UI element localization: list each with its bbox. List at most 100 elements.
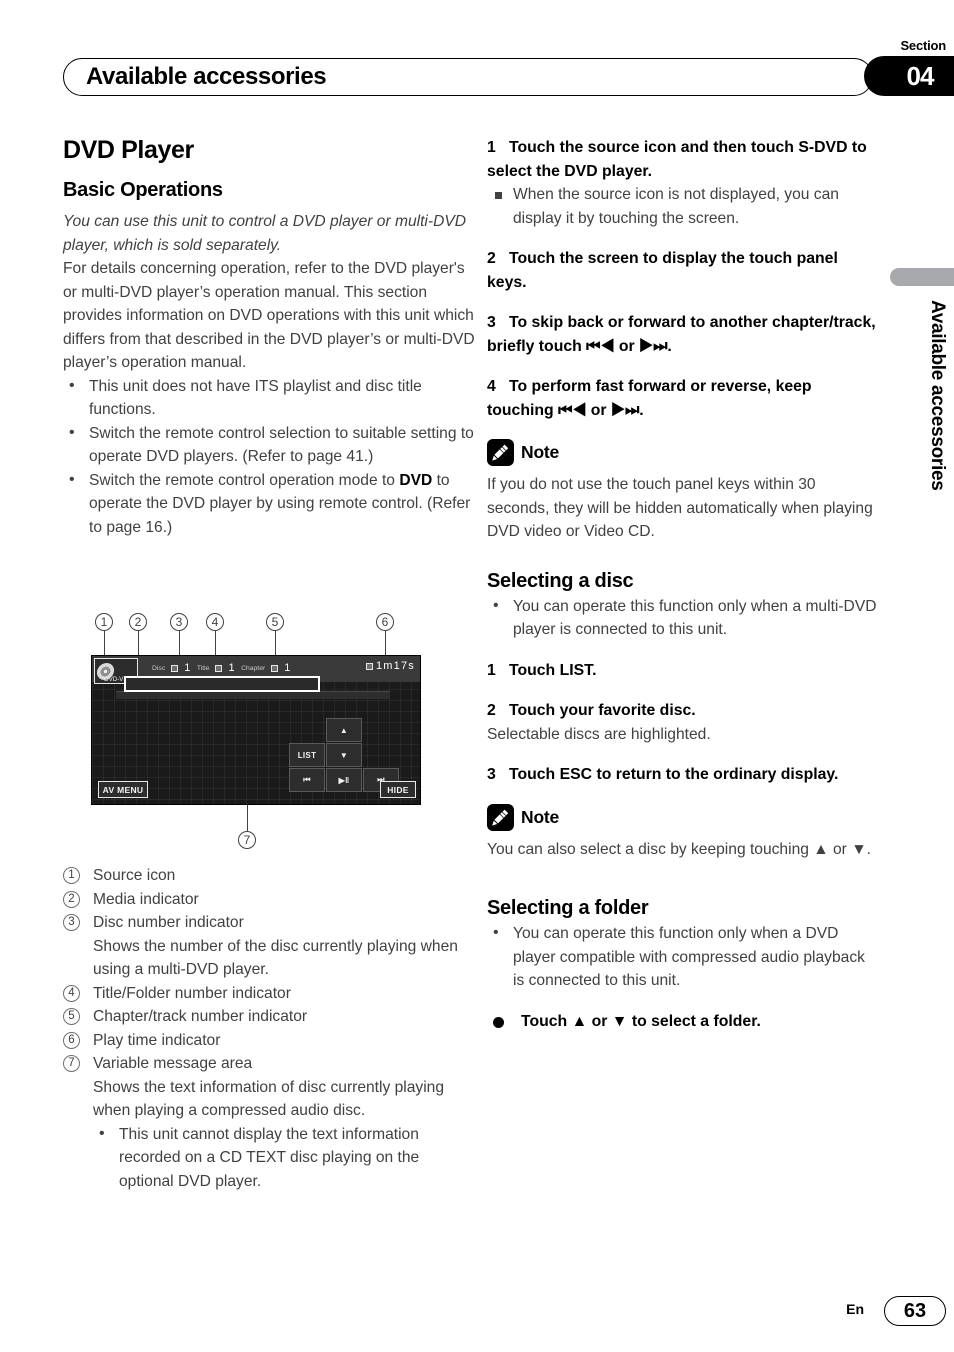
- up-arrow-key[interactable]: ▲: [326, 718, 362, 742]
- selecting-disc-bullets: You can operate this function only when …: [487, 594, 877, 642]
- step-number: 2: [487, 702, 496, 719]
- title-number-indicator: 1: [228, 662, 236, 674]
- legend-detail: Shows the number of the disc currently p…: [93, 937, 458, 979]
- legend-list: 1 Source icon 2 Media indicator 3 Disc n…: [63, 864, 477, 1193]
- heading-selecting-a-disc: Selecting a disc: [487, 569, 634, 592]
- chapter-marker-icon: [271, 664, 279, 672]
- legend-label: Media indicator: [93, 890, 199, 908]
- section-number-badge: 04: [886, 56, 954, 96]
- chapter-number-indicator: 1: [284, 662, 291, 674]
- selecting-folder-action: Touch ▲ or ▼ to select a folder.: [487, 1010, 877, 1034]
- disc-step-1: 1 Touch LIST.: [487, 659, 877, 683]
- message-area-backdrop: [116, 691, 390, 699]
- note-label: Note: [521, 442, 560, 462]
- legend-label: Play time indicator: [93, 1031, 221, 1049]
- step-number: 2: [487, 250, 496, 267]
- legend-number: 1: [63, 867, 80, 884]
- legend-detail: Shows the text information of disc curre…: [93, 1078, 445, 1120]
- language-label: En: [846, 1301, 864, 1317]
- legend-label: Title/Folder number indicator: [93, 984, 291, 1002]
- note-text: You can also select a disc by keeping to…: [487, 840, 871, 858]
- legend-number: 6: [63, 1031, 80, 1049]
- legend-label: Chapter/track number indicator: [93, 1008, 308, 1025]
- intro-italic: You can use this unit to control a DVD p…: [63, 213, 467, 254]
- list-item: This unit cannot display the text inform…: [93, 1122, 477, 1194]
- av-menu-key[interactable]: AV MENU: [98, 781, 148, 798]
- list-item: You can operate this function only when …: [487, 594, 877, 642]
- legend-label: Source icon: [93, 867, 176, 884]
- bullet3-pre: Switch the remote control operation mode…: [89, 471, 400, 489]
- callout-5: 5: [266, 613, 284, 631]
- callout-4: 4: [206, 613, 224, 631]
- disc-step-2-after: Selectable discs are highlighted.: [487, 725, 711, 743]
- bullet3-bold-term: DVD: [399, 471, 433, 489]
- list-item: When the source icon is not displayed, y…: [487, 183, 877, 230]
- step-4: 4 To perform fast forward or reverse, kee…: [487, 375, 877, 422]
- disc-marker-icon: [171, 664, 179, 672]
- list-item: Touch ▲ or ▼ to select a folder.: [487, 1010, 877, 1034]
- media-indicator: DVD-V: [104, 676, 124, 683]
- title-label: Title: [196, 664, 210, 672]
- heading-selecting-a-folder: Selecting a folder: [487, 897, 649, 919]
- legend-item-5: 5 Chapter/track number indicator: [63, 1005, 477, 1029]
- disc-number-indicator: 1: [184, 662, 191, 674]
- disc-label: Disc: [152, 664, 166, 672]
- callout-6: 6: [376, 613, 394, 631]
- callout-7: 7: [238, 831, 256, 849]
- previous-track-key[interactable]: ⏮: [289, 768, 325, 792]
- list-key[interactable]: LIST: [289, 743, 325, 767]
- step-number: 1: [487, 661, 496, 679]
- left-column: DVD Player Basic Operations You can use …: [63, 136, 477, 539]
- disc-step-3: 3 Touch ESC to return to the ordinary dis…: [487, 763, 877, 787]
- step-1: 1 Touch the source icon and then touch S-…: [487, 136, 877, 183]
- note-header: Note: [487, 439, 877, 466]
- step-text: To perform fast forward or reverse, keep…: [487, 378, 812, 419]
- step-text: Touch LIST.: [509, 661, 597, 679]
- hide-key[interactable]: HIDE: [380, 781, 416, 798]
- disc-step-2: 2 Touch your favorite disc.: [487, 699, 877, 723]
- step-number: 3: [487, 314, 496, 331]
- chapter-title-pill: Available accessories: [63, 58, 873, 96]
- basic-operations-bullets: This unit does not have ITS playlist and…: [63, 374, 477, 540]
- step-number: 1: [487, 139, 496, 156]
- step-text: Touch the screen to display the touch pa…: [487, 250, 838, 291]
- chapter-label: Chapter: [241, 664, 266, 672]
- legend-number: 5: [63, 1008, 80, 1025]
- step-1-notes: When the source icon is not displayed, y…: [487, 183, 877, 230]
- play-pause-key[interactable]: ▶‖: [326, 768, 362, 792]
- step-number: 4: [487, 378, 496, 395]
- legend-item-2: 2 Media indicator: [63, 888, 477, 912]
- figure-legend: 1 Source icon 2 Media indicator 3 Disc n…: [63, 864, 477, 1193]
- list-item: Switch the remote control operation mode…: [63, 468, 477, 540]
- legend-item-4: 4 Title/Folder number indicator: [63, 982, 477, 1006]
- side-tab-label: Available accessories: [927, 300, 948, 491]
- screen-info-row: Disc 1 Title 1 Chapter 1: [152, 660, 291, 676]
- step-number: 3: [487, 766, 496, 783]
- legend-number: 2: [63, 890, 80, 908]
- down-arrow-key[interactable]: ▼: [326, 743, 362, 767]
- legend-number: 3: [63, 914, 80, 931]
- step-text: Touch your favorite disc.: [509, 702, 696, 719]
- note-block-2: Note You can also select a disc by keepi…: [487, 803, 877, 862]
- page-number: 63: [884, 1296, 946, 1326]
- heading-dvd-player: DVD Player: [63, 136, 194, 164]
- selecting-folder-bullets: You can operate this function only when …: [487, 921, 877, 993]
- legend-subbullets: This unit cannot display the text inform…: [93, 1122, 477, 1194]
- note-block-1: Note If you do not use the touch panel k…: [487, 439, 877, 544]
- dvd-screen-figure: 1 2 3 4 5 6 7 DVD-V Disc 1 Title 1 Chapt…: [63, 605, 477, 860]
- play-time-indicator: 1m17s: [365, 660, 415, 672]
- note-label: Note: [521, 806, 560, 827]
- legend-number: 4: [63, 984, 80, 1002]
- right-column: 1 Touch the source icon and then touch S-…: [487, 136, 877, 1033]
- callout-2: 2: [129, 613, 147, 631]
- step-text: To skip back or forward to another chapt…: [487, 314, 876, 355]
- note-text: If you do not use the touch panel keys w…: [487, 476, 873, 540]
- legend-label: Variable message area: [93, 1055, 253, 1072]
- legend-item-3: 3 Disc number indicator Shows the number…: [63, 911, 477, 982]
- pencil-icon: [487, 803, 514, 831]
- intro-body: For details concerning operation, refer …: [63, 260, 475, 371]
- callout-3: 3: [170, 613, 188, 631]
- step-text: Touch ESC to return to the ordinary disp…: [509, 766, 839, 783]
- play-time-value: 1m17s: [375, 660, 415, 672]
- title-marker-icon: [215, 664, 223, 672]
